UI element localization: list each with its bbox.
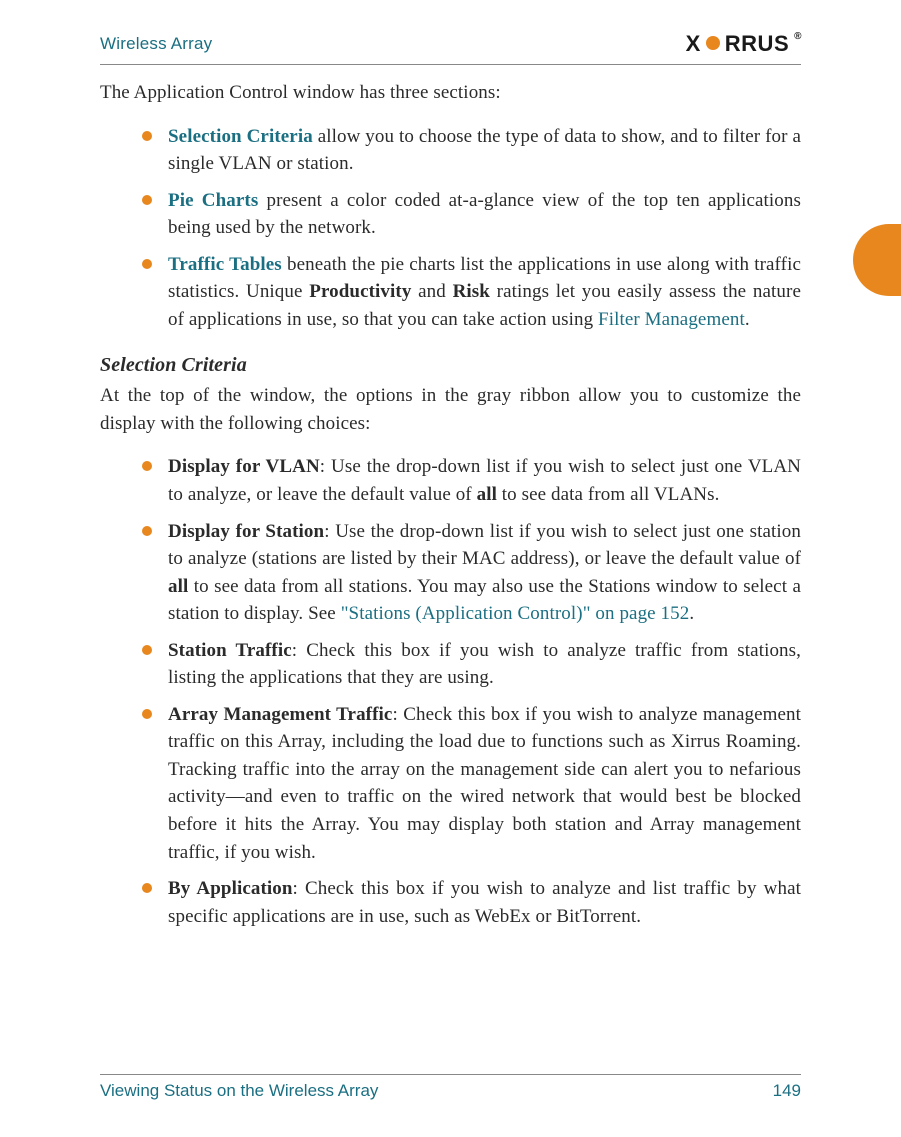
criteria-term: By Application (168, 878, 293, 899)
list-item: Traffic Tables beneath the pie charts li… (142, 251, 801, 334)
bold-term: all (477, 484, 497, 505)
criteria-text: : Check this box if you wish to analyze … (168, 704, 801, 863)
criteria-text: to see data from all VLANs. (497, 484, 719, 505)
brand-logo: X RRUS ® (686, 31, 801, 57)
logo-text-prefix: X (686, 31, 701, 57)
criteria-term: Display for VLAN (168, 456, 320, 477)
list-item: Pie Charts present a color coded at-a-gl… (142, 187, 801, 242)
footer: Viewing Status on the Wireless Array 149 (100, 1074, 801, 1101)
header-divider (100, 64, 801, 65)
stations-link[interactable]: "Stations (Application Control)" on page… (341, 603, 690, 624)
criteria-term: Display for Station (168, 521, 324, 542)
list-item: Array Management Traffic: Check this box… (142, 701, 801, 866)
section-text: and (411, 281, 452, 302)
list-item: By Application: Check this box if you wi… (142, 875, 801, 930)
header: Wireless Array X RRUS ® (100, 28, 801, 60)
list-item: Station Traffic: Check this box if you w… (142, 637, 801, 692)
footer-row: Viewing Status on the Wireless Array 149 (100, 1081, 801, 1101)
logo-registered-icon: ® (794, 31, 802, 42)
footer-section-title: Viewing Status on the Wireless Array (100, 1081, 378, 1101)
logo-text-suffix: RRUS (725, 31, 789, 57)
criteria-list: Display for VLAN: Use the drop-down list… (100, 453, 801, 930)
intro-paragraph: The Application Control window has three… (100, 79, 801, 107)
section-text: . (745, 309, 750, 330)
body-content: The Application Control window has three… (100, 79, 801, 930)
section-text: present a color coded at-a-glance view o… (168, 190, 801, 239)
list-item: Display for VLAN: Use the drop-down list… (142, 453, 801, 508)
criteria-term: Array Management Traffic (168, 704, 392, 725)
bold-term: Productivity (309, 281, 411, 302)
section-link[interactable]: Selection Criteria (168, 126, 313, 147)
page-container: Wireless Array X RRUS ® The Application Co… (0, 0, 901, 1137)
side-tab-decoration (853, 224, 901, 296)
footer-divider (100, 1074, 801, 1075)
criteria-text: . (689, 603, 694, 624)
criteria-term: Station Traffic (168, 640, 292, 661)
filter-management-link[interactable]: Filter Management (598, 309, 745, 330)
bold-term: all (168, 576, 188, 597)
subhead-paragraph: At the top of the window, the options in… (100, 382, 801, 437)
section-link[interactable]: Traffic Tables (168, 254, 282, 275)
section-link[interactable]: Pie Charts (168, 190, 258, 211)
bold-term: Risk (453, 281, 490, 302)
list-item: Selection Criteria allow you to choose t… (142, 123, 801, 178)
page-number: 149 (773, 1081, 801, 1101)
logo-dot-icon (706, 36, 720, 50)
list-item: Display for Station: Use the drop-down l… (142, 518, 801, 628)
subheading: Selection Criteria (100, 351, 801, 380)
sections-list: Selection Criteria allow you to choose t… (100, 123, 801, 334)
header-title: Wireless Array (100, 34, 212, 54)
